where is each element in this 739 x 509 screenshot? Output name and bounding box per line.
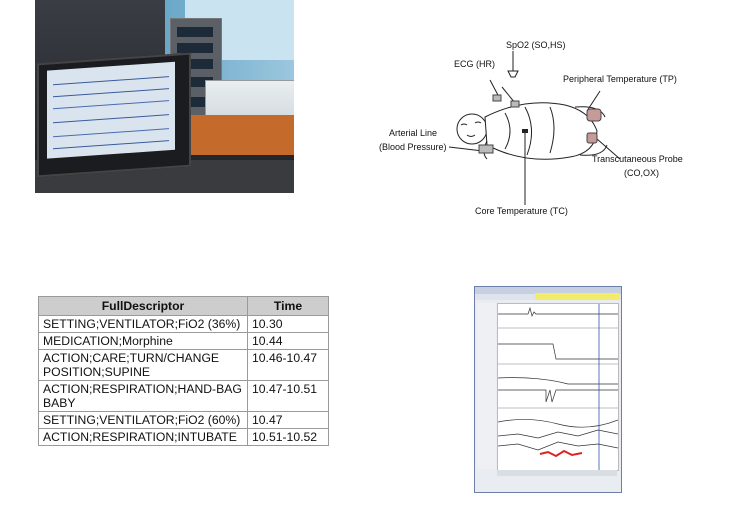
photo-incubator-base	[185, 115, 294, 155]
thumbnail-time-axis	[497, 470, 617, 476]
cell-time: 10.46-10.47	[247, 349, 329, 381]
header-fulldescriptor: FullDescriptor	[38, 296, 248, 316]
label-core-temperature: Core Temperature (TC)	[475, 206, 568, 216]
label-peripheral-temperature: Peripheral Temperature (TP)	[563, 74, 677, 84]
nicu-photo	[35, 0, 294, 193]
thumbnail-channel-gutter	[477, 303, 496, 469]
event-table: FullDescriptor Time SETTING;VENTILATOR;F…	[38, 296, 329, 446]
label-arterial-line: Arterial Line	[389, 128, 438, 138]
thumbnail-yellow-banner	[535, 293, 619, 300]
cell-time: 10.51-10.52	[247, 428, 329, 446]
thumbnail-plot-area	[497, 303, 619, 471]
cell-descriptor: ACTION;RESPIRATION;INTUBATE	[38, 428, 248, 446]
table-row: ACTION;RESPIRATION;INTUBATE 10.51-10.52	[38, 428, 329, 446]
cell-descriptor: ACTION;RESPIRATION;HAND-BAG BABY	[38, 380, 248, 412]
photo-monitor-screen	[47, 61, 175, 159]
photo-monitor	[37, 52, 191, 178]
cell-descriptor: SETTING;VENTILATOR;FiO2 (36%)	[38, 315, 248, 333]
sensor-diagram: SpO2 (SO,HS) ECG (HR) Peripheral Tempera…	[375, 35, 695, 220]
table-header-row: FullDescriptor Time	[38, 296, 329, 316]
label-transcutaneous-probe: Transcutaneous Probe	[592, 154, 683, 164]
table-row: ACTION;RESPIRATION;HAND-BAG BABY 10.47-1…	[38, 380, 329, 412]
cell-time: 10.44	[247, 332, 329, 350]
cell-time: 10.47-10.51	[247, 380, 329, 412]
header-time: Time	[247, 296, 329, 316]
cell-descriptor: ACTION;CARE;TURN/CHANGE POSITION;SUPINE	[38, 349, 248, 381]
label-ecg: ECG (HR)	[454, 59, 495, 69]
cell-descriptor: SETTING;VENTILATOR;FiO2 (60%)	[38, 411, 248, 429]
label-blood-pressure: (Blood Pressure)	[379, 142, 447, 152]
cell-time: 10.47	[247, 411, 329, 429]
label-co-ox: (CO,OX)	[624, 168, 659, 178]
table-row: SETTING;VENTILATOR;FiO2 (60%) 10.47	[38, 411, 329, 429]
label-spo2: SpO2 (SO,HS)	[506, 40, 566, 50]
cell-descriptor: MEDICATION;Morphine	[38, 332, 248, 350]
cell-time: 10.30	[247, 315, 329, 333]
thumbnail-traces	[497, 304, 619, 470]
table-row: ACTION;CARE;TURN/CHANGE POSITION;SUPINE …	[38, 349, 329, 381]
table-row: MEDICATION;Morphine 10.44	[38, 332, 329, 350]
table-row: SETTING;VENTILATOR;FiO2 (36%) 10.30	[38, 315, 329, 333]
monitor-software-screenshot	[474, 286, 622, 493]
